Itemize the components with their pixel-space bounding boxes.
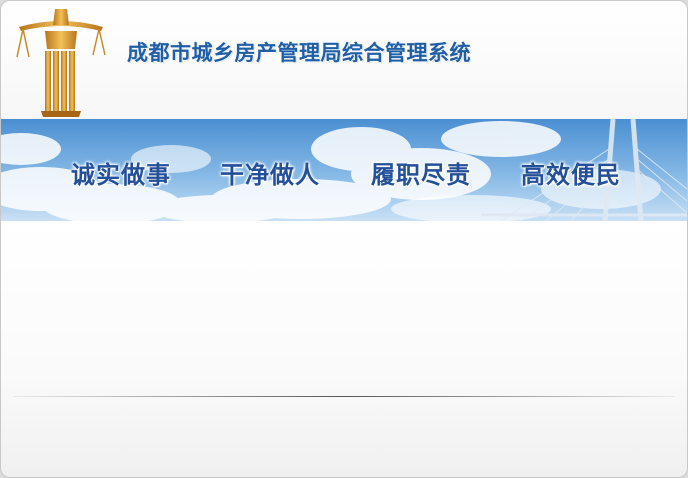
slogan-banner: 诚实做事 干净做人 履职尽责 高效便民 (1, 119, 687, 221)
motto-fulfill-duty: 履职尽责 (371, 160, 471, 189)
motto-clean-conduct: 干净做人 (220, 160, 320, 189)
motto-efficient-service: 高效便民 (521, 160, 621, 189)
divider (13, 396, 675, 397)
main-content-area (1, 221, 687, 477)
motto-honest-work: 诚实做事 (71, 160, 171, 189)
app-window: 成都市城乡房产管理局综合管理系统 诚实做事 干净做人 履职尽责 高效便民 (0, 0, 688, 478)
app-title: 成都市城乡房产管理局综合管理系统 (127, 41, 471, 65)
header: 成都市城乡房产管理局综合管理系统 (1, 1, 687, 119)
golden-scale-emblem-icon (16, 9, 106, 117)
